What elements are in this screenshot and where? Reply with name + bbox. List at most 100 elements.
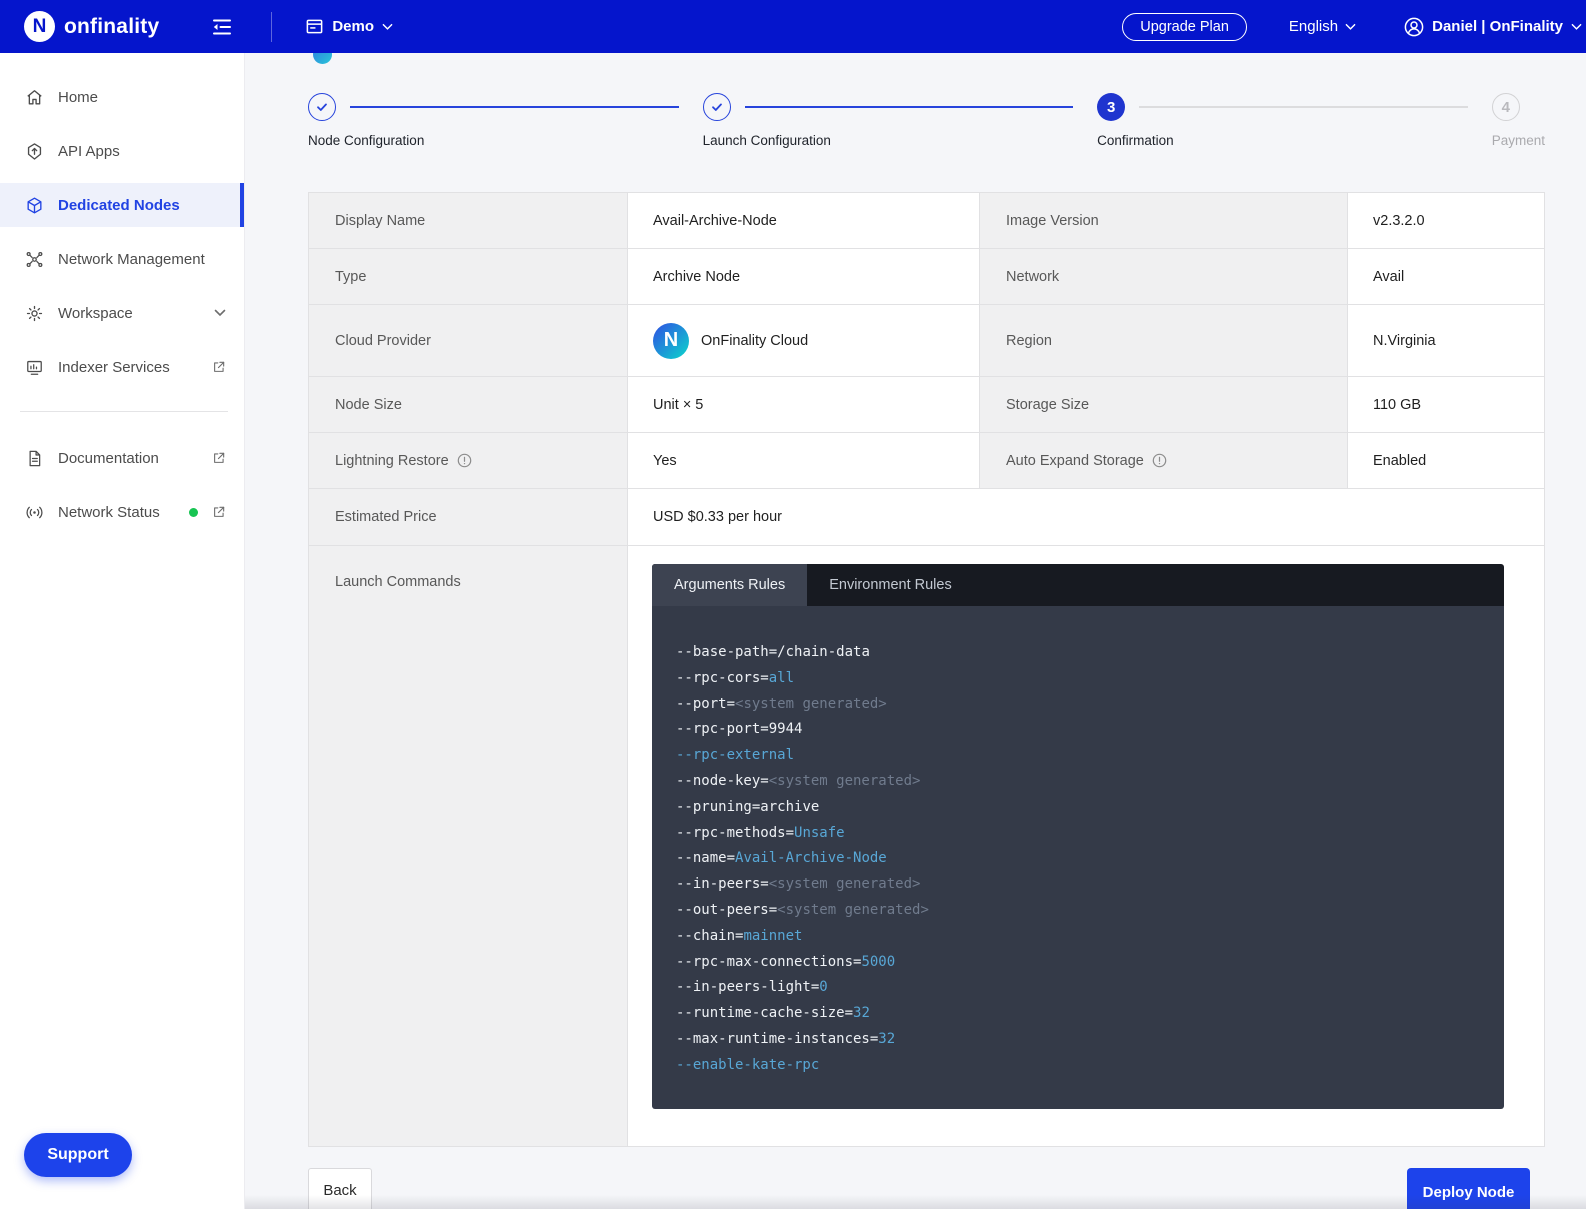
arg-value: <system generated> (769, 773, 921, 789)
back-button[interactable]: Back (308, 1168, 372, 1209)
sidebar-item-api-apps[interactable]: API Apps (0, 129, 244, 173)
step-confirmation: 3 Confirmation (1097, 93, 1492, 148)
chevron-down-icon (382, 23, 393, 31)
sidebar-item-network-status[interactable]: Network Status (0, 490, 244, 534)
sidebar-item-label: Indexer Services (58, 359, 198, 376)
support-button[interactable]: Support (24, 1133, 132, 1177)
arg-key: --name= (676, 850, 735, 866)
sidebar-item-workspace[interactable]: Workspace (0, 291, 244, 335)
code-line: --out-peers=<system generated> (676, 898, 1480, 924)
check-icon (710, 100, 724, 114)
code-line: --node-key=<system generated> (676, 769, 1480, 795)
network-nodes-icon (25, 250, 44, 269)
step-launch-configuration: Launch Configuration (703, 93, 1098, 148)
user-menu[interactable]: Daniel | OnFinality (1404, 17, 1582, 37)
arg-value: all (769, 670, 794, 686)
code-line: --runtime-cache-size=32 (676, 1001, 1480, 1027)
brand-name: onfinality (64, 15, 159, 39)
workspace-name: Demo (332, 18, 374, 35)
main-content: Node Configuration Launch Configuration (245, 53, 1586, 1209)
step-label: Confirmation (1097, 133, 1492, 148)
step-node-configuration: Node Configuration (308, 93, 703, 148)
summary-value: Unit × 5 (628, 377, 980, 433)
arg-value: Avail-Archive-Node (735, 850, 887, 866)
code-line: --in-peers=<system generated> (676, 872, 1480, 898)
code-line: --name=Avail-Archive-Node (676, 846, 1480, 872)
sidebar-item-indexer-services[interactable]: Indexer Services (0, 345, 244, 389)
arg-value: 32 (878, 1031, 895, 1047)
summary-label: Launch Commands (309, 546, 628, 1146)
cube-icon (25, 196, 44, 215)
summary-label: Storage Size (980, 377, 1348, 433)
summary-label: Network (980, 249, 1348, 305)
arg-key: --enable-kate-rpc (676, 1057, 819, 1073)
menu-fold-icon (211, 16, 233, 38)
app-window: N onfinality Demo Upgrade P (0, 0, 1586, 1209)
sidebar-item-label: Dedicated Nodes (58, 197, 226, 214)
summary-label: Auto Expand Storage (980, 433, 1348, 489)
arg-key: --rpc-cors= (676, 670, 769, 686)
arg-value: archive (760, 799, 819, 815)
code-line: --rpc-port=9944 (676, 717, 1480, 743)
sidebar-item-dedicated-nodes[interactable]: Dedicated Nodes (0, 183, 244, 227)
sidebar-item-label: Network Status (58, 504, 173, 521)
check-icon (315, 100, 329, 114)
sidebar-item-documentation[interactable]: Documentation (0, 436, 244, 480)
arg-key: --in-peers= (676, 876, 769, 892)
arguments-code-block: --base-path=/chain-data --rpc-cors=all -… (652, 606, 1504, 1109)
upgrade-plan-button[interactable]: Upgrade Plan (1122, 13, 1247, 41)
step-label: Payment (1492, 133, 1545, 148)
summary-value: Enabled (1348, 433, 1544, 489)
code-line: --enable-kate-rpc (676, 1053, 1480, 1079)
external-link-icon (212, 360, 226, 374)
sidebar-item-home[interactable]: Home (0, 75, 244, 119)
sidebar-collapse-button[interactable] (211, 16, 233, 38)
arg-key: --runtime-cache-size= (676, 1005, 853, 1021)
arg-key: --node-key= (676, 773, 769, 789)
footer-actions: Back Deploy Node (308, 1168, 1545, 1209)
chevron-down-icon (1571, 23, 1582, 31)
onfinality-cloud-logo-icon: N (653, 323, 689, 359)
info-icon[interactable] (457, 453, 472, 468)
tab-environment-rules[interactable]: Environment Rules (807, 564, 974, 606)
info-icon[interactable] (1152, 453, 1167, 468)
summary-value: v2.3.2.0 (1348, 193, 1544, 249)
arg-value: <system generated> (777, 902, 929, 918)
api-apps-icon (25, 142, 44, 161)
arg-value: 0 (819, 979, 827, 995)
workspace-window-icon (305, 17, 324, 36)
code-line: --rpc-cors=all (676, 666, 1480, 692)
brand-logo[interactable]: N onfinality (0, 11, 159, 42)
summary-label: Image Version (980, 193, 1348, 249)
arg-key: --in-peers-light= (676, 979, 819, 995)
code-line: --base-path=/chain-data (676, 640, 1480, 666)
workspace-switcher[interactable]: Demo (305, 17, 393, 36)
deploy-node-button[interactable]: Deploy Node (1407, 1168, 1530, 1209)
arg-key: --base-path= (676, 644, 777, 660)
launch-commands-panel: Arguments Rules Environment Rules --base… (652, 564, 1504, 1109)
step-payment: 4 Payment (1492, 93, 1545, 148)
arg-key: --rpc-port= (676, 721, 769, 737)
launch-commands-cell: Arguments Rules Environment Rules --base… (628, 546, 1544, 1146)
external-link-icon (212, 505, 226, 519)
rules-tabbar: Arguments Rules Environment Rules (652, 564, 1504, 606)
language-selector[interactable]: English (1289, 18, 1356, 35)
code-line: --rpc-max-connections=5000 (676, 950, 1480, 976)
summary-value: Archive Node (628, 249, 980, 305)
arg-value: 5000 (861, 954, 895, 970)
chevron-down-icon (214, 309, 226, 317)
summary-value: USD $0.33 per hour (628, 489, 1544, 546)
deployment-stepper: Node Configuration Launch Configuration (308, 93, 1545, 148)
arg-key: --rpc-methods= (676, 825, 794, 841)
sidebar-item-network-management[interactable]: Network Management (0, 237, 244, 281)
summary-label: Region (980, 305, 1348, 377)
arg-key: --max-runtime-instances= (676, 1031, 878, 1047)
top-navbar: N onfinality Demo Upgrade P (0, 0, 1586, 53)
summary-label: Node Size (309, 377, 628, 433)
arg-value: 32 (853, 1005, 870, 1021)
external-link-icon (212, 451, 226, 465)
summary-label: Type (309, 249, 628, 305)
user-name: Daniel | OnFinality (1432, 18, 1563, 35)
chevron-down-icon (1345, 23, 1356, 31)
tab-arguments-rules[interactable]: Arguments Rules (652, 564, 807, 606)
